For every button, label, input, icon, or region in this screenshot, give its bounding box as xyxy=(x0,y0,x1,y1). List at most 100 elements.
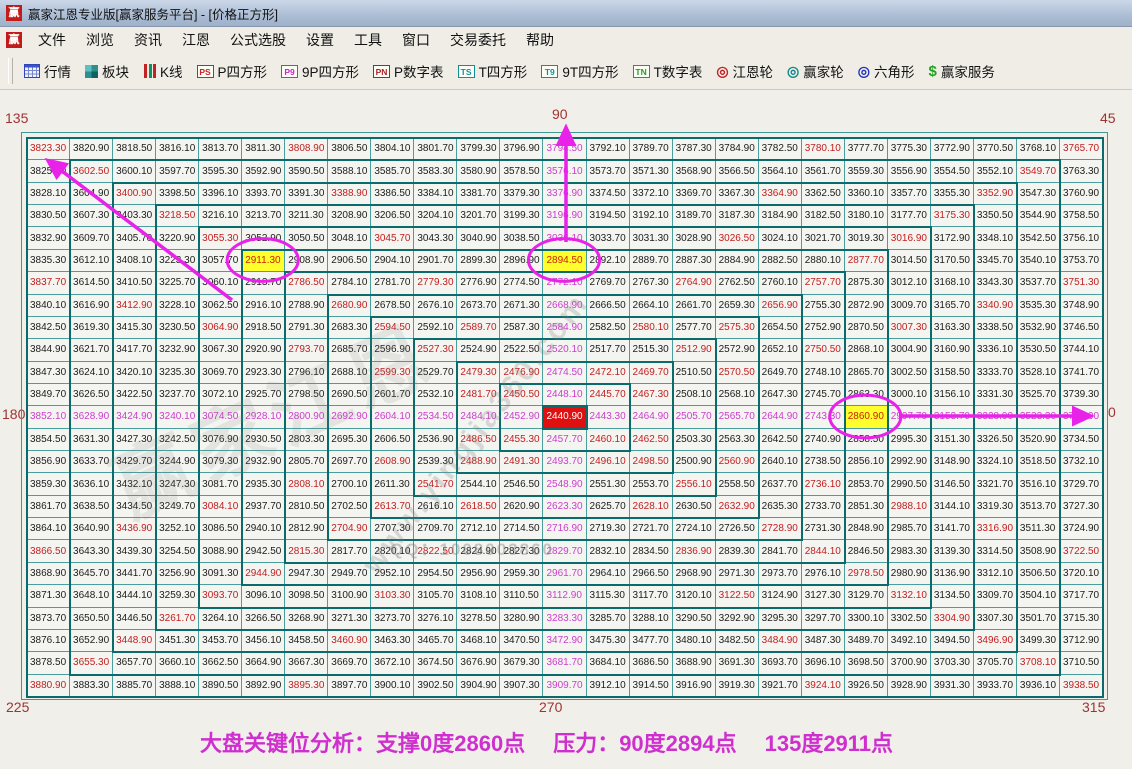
matrix-cell: 3237.70 xyxy=(156,384,199,406)
matrix-cell: 2810.50 xyxy=(285,496,328,518)
matrix-cell: 3460.90 xyxy=(328,630,371,652)
matrix-cell: 3110.50 xyxy=(500,585,543,607)
toolbar-button[interactable]: $赢家服务 xyxy=(921,61,1001,81)
matrix-cell: 2889.70 xyxy=(630,250,673,272)
matrix-cell: 3566.50 xyxy=(716,160,759,182)
menu-item[interactable]: 资讯 xyxy=(124,30,172,50)
matrix-cell: 3640.90 xyxy=(70,518,113,540)
matrix-cell: 3206.50 xyxy=(371,205,414,227)
matrix-cell: 3763.30 xyxy=(1060,160,1103,182)
toolbar-button[interactable]: TST四方形 xyxy=(451,61,535,81)
toolbar-button[interactable]: ◎赢家轮 xyxy=(780,61,851,81)
matrix-cell: 2464.90 xyxy=(630,406,673,428)
toolbar-button[interactable]: T99T四方形 xyxy=(534,61,625,81)
matrix-cell: 3775.30 xyxy=(888,138,931,160)
matrix-cell: 3847.30 xyxy=(27,362,70,384)
toolbar-button[interactable]: PNP数字表 xyxy=(366,61,451,81)
matrix-cell: 3266.50 xyxy=(242,608,285,630)
matrix-cell: 3465.70 xyxy=(414,630,457,652)
matrix-cell: 3348.10 xyxy=(974,227,1017,249)
toolbar-button[interactable]: ◎江恩轮 xyxy=(709,61,780,81)
matrix-cell: 2647.30 xyxy=(759,384,802,406)
matrix-cell: 3304.90 xyxy=(931,608,974,630)
matrix-cell: 2733.70 xyxy=(802,496,845,518)
matrix-cell: 2856.10 xyxy=(845,451,888,473)
menu-item[interactable]: 浏览 xyxy=(76,30,124,50)
matrix-cell: 2863.30 xyxy=(845,384,888,406)
matrix-cell: 3506.50 xyxy=(1017,563,1060,585)
toolbar-button[interactable]: P99P四方形 xyxy=(274,61,366,81)
menu-item[interactable]: 交易委托 xyxy=(440,30,516,50)
matrix-cell: 3079.30 xyxy=(199,451,242,473)
toolbar-items: 行情 板块 K线PSP四方形P99P四方形PNP数字表TST四方形T99T四方形TN… xyxy=(17,61,1002,81)
menu-item[interactable]: 公式选股 xyxy=(220,30,296,50)
matrix-cell: 3040.90 xyxy=(457,227,500,249)
matrix-cell: 2738.50 xyxy=(802,451,845,473)
matrix-cell: 3770.50 xyxy=(974,138,1017,160)
matrix-cell: 3074.50 xyxy=(199,406,242,428)
toolbar-button[interactable]: PSP四方形 xyxy=(190,61,275,81)
toolbar-button-label: 板块 xyxy=(102,61,129,81)
matrix-cell: 3158.50 xyxy=(931,362,974,384)
menu-item[interactable]: 江恩 xyxy=(172,30,220,50)
matrix-cell: 3470.50 xyxy=(500,630,543,652)
winner-wheel-icon: ◎ xyxy=(787,64,799,78)
matrix-cell: 2467.30 xyxy=(630,384,673,406)
matrix-cell: 2901.70 xyxy=(414,250,457,272)
toolbar-button[interactable]: ◎六角形 xyxy=(851,61,922,81)
toolbar-button[interactable]: 行情 xyxy=(17,61,78,81)
menu-item[interactable]: 工具 xyxy=(344,30,392,50)
matrix-cell: 3549.70 xyxy=(1017,160,1060,182)
gann-wheel-icon: ◎ xyxy=(716,64,728,78)
menu-item[interactable]: 设置 xyxy=(296,30,344,50)
matrix-cell: 2688.10 xyxy=(328,362,371,384)
matrix-cell: 3708.10 xyxy=(1017,652,1060,674)
matrix-cell: 2913.70 xyxy=(242,272,285,294)
matrix-cell: 3252.10 xyxy=(156,518,199,540)
toolbar-button[interactable]: 板块 xyxy=(78,61,136,81)
p-square-icon: PS xyxy=(197,65,214,78)
matrix-cell: 3290.50 xyxy=(673,608,716,630)
matrix-cell: 3660.10 xyxy=(156,652,199,674)
matrix-cell: 2990.50 xyxy=(888,473,931,495)
matrix-cell: 2580.10 xyxy=(630,317,673,339)
menu-item[interactable]: 窗口 xyxy=(392,30,440,50)
matrix-cell: 3501.70 xyxy=(1017,608,1060,630)
matrix-cell: 3189.70 xyxy=(673,205,716,227)
matrix-cell: 3712.90 xyxy=(1060,630,1103,652)
matrix-cell: 3312.10 xyxy=(974,563,1017,585)
matrix-cell: 2649.70 xyxy=(759,362,802,384)
matrix-cell: 3909.70 xyxy=(543,675,586,697)
matrix-cell: 2925.70 xyxy=(242,384,285,406)
matrix-cell: 2779.30 xyxy=(414,272,457,294)
matrix-cell: 3513.70 xyxy=(1017,496,1060,518)
matrix-cell: 3141.70 xyxy=(931,518,974,540)
matrix-cell: 3115.30 xyxy=(587,585,630,607)
matrix-cell: 3175.30 xyxy=(931,205,974,227)
matrix-cell: 2678.50 xyxy=(371,295,414,317)
toolbar-button-label: 9T四方形 xyxy=(562,61,618,81)
matrix-cell: 3892.90 xyxy=(242,675,285,697)
matrix-cell: 3165.70 xyxy=(931,295,974,317)
matrix-cell: 2539.30 xyxy=(414,451,457,473)
matrix-cell: 2666.50 xyxy=(587,295,630,317)
matrix-cell: 2731.30 xyxy=(802,518,845,540)
matrix-cell: 3780.10 xyxy=(802,138,845,160)
matrix-cell: 3172.90 xyxy=(931,227,974,249)
toolbar-button[interactable]: K线 xyxy=(136,61,190,81)
matrix-cell: 2769.70 xyxy=(587,272,630,294)
matrix-cell: 3240.10 xyxy=(156,406,199,428)
toolbar-button[interactable]: TNT数字表 xyxy=(626,61,710,81)
menu-item[interactable]: 帮助 xyxy=(516,30,564,50)
matrix-cell: 2815.30 xyxy=(285,540,328,562)
degree-label-135: 135 xyxy=(5,110,28,126)
matrix-cell: 3571.30 xyxy=(630,160,673,182)
matrix-cell: 3072.10 xyxy=(199,384,242,406)
matrix-cell: 3832.90 xyxy=(27,227,70,249)
t-square-icon: TS xyxy=(458,65,475,78)
matrix-cell: 2450.50 xyxy=(500,384,543,406)
matrix-cell: 3319.30 xyxy=(974,496,1017,518)
menu-item[interactable]: 文件 xyxy=(28,30,76,50)
toolbar-button-label: 行情 xyxy=(44,61,71,81)
matrix-cell: 3669.70 xyxy=(328,652,371,674)
